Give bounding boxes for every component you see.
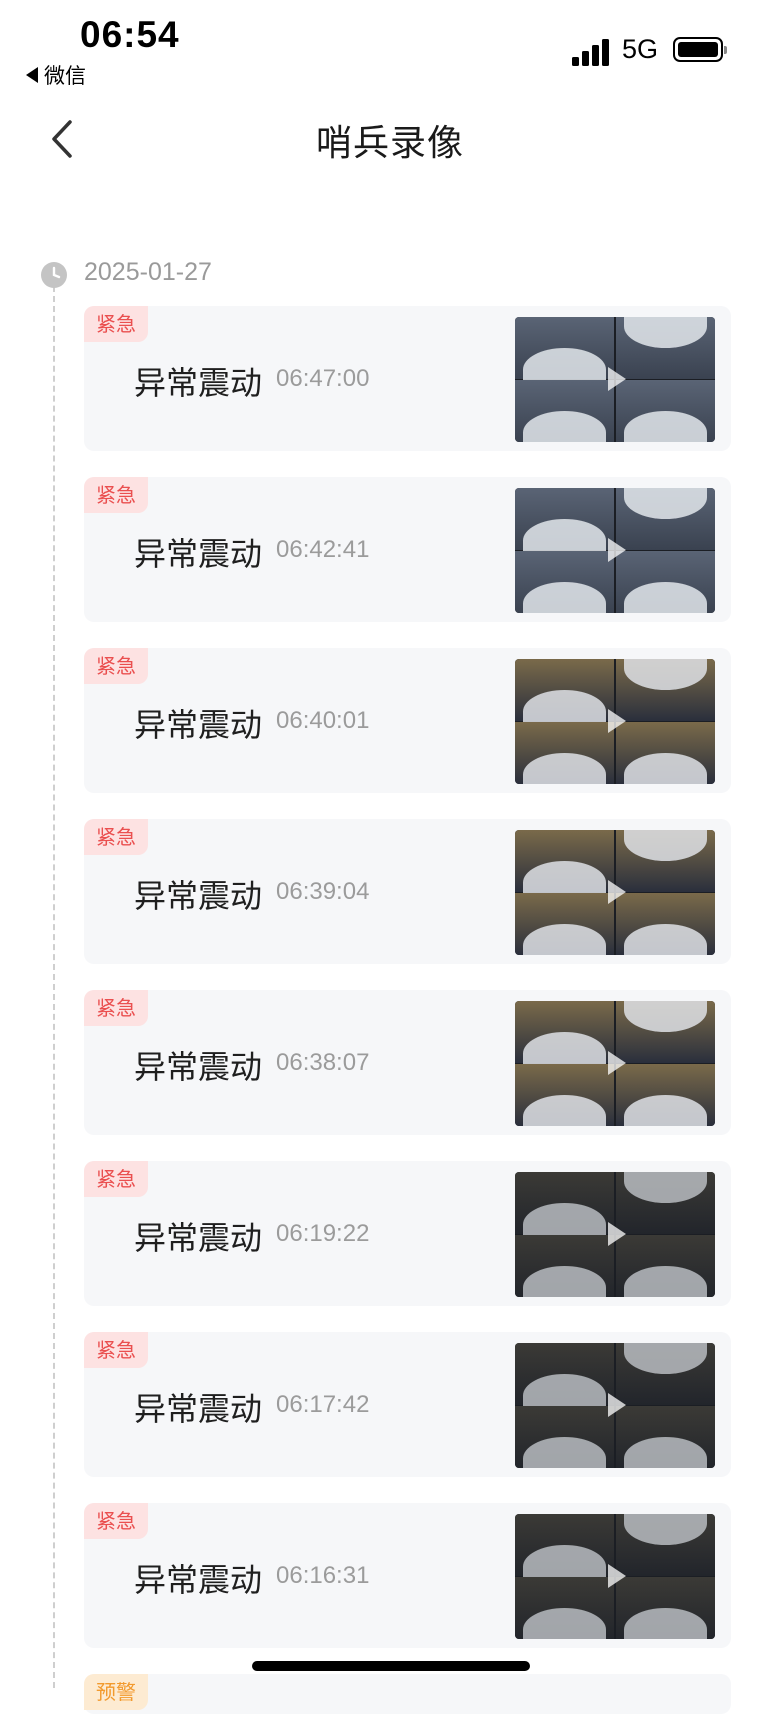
play-icon [608, 880, 626, 904]
video-thumbnail[interactable] [515, 317, 715, 442]
back-app-label: 微信 [44, 64, 86, 88]
urgent-tag: 紧急 [84, 1503, 148, 1539]
event-card[interactable]: 紧急异常震动 06:39:04 [84, 819, 731, 964]
event-time: 06:39:04 [276, 878, 370, 905]
event-card[interactable]: 紧急异常震动 06:19:22 [84, 1161, 731, 1306]
event-title: 异常震动 [134, 364, 263, 402]
event-title: 异常震动 [134, 1390, 263, 1428]
video-thumbnail[interactable] [515, 488, 715, 613]
event-time: 06:16:31 [276, 1562, 370, 1589]
event-title: 异常震动 [134, 1048, 263, 1086]
play-icon [608, 709, 626, 733]
event-card[interactable]: 紧急异常震动 06:40:01 [84, 648, 731, 793]
urgent-tag: 紧急 [84, 306, 148, 342]
event-time: 06:40:01 [276, 707, 370, 734]
event-time: 06:47:00 [276, 365, 370, 392]
play-icon [608, 367, 626, 391]
urgent-tag: 紧急 [84, 1332, 148, 1368]
video-thumbnail[interactable] [515, 1001, 715, 1126]
event-title: 异常震动 [134, 706, 263, 744]
play-icon [608, 538, 626, 562]
event-time: 06:17:42 [276, 1391, 370, 1418]
event-title: 异常震动 [134, 877, 263, 915]
event-title: 异常震动 [134, 1561, 263, 1599]
timeline-line [53, 286, 55, 1688]
play-icon [608, 1051, 626, 1075]
urgent-tag: 紧急 [84, 477, 148, 513]
urgent-tag: 紧急 [84, 648, 148, 684]
event-title: 异常震动 [134, 535, 263, 573]
event-card[interactable]: 紧急异常震动 06:38:07 [84, 990, 731, 1135]
event-title: 异常震动 [134, 1219, 263, 1257]
play-icon [608, 1222, 626, 1246]
warning-tag: 预警 [84, 1674, 148, 1710]
event-card[interactable]: 紧急异常震动 06:17:42 [84, 1332, 731, 1477]
play-icon [608, 1393, 626, 1417]
page-title: 哨兵录像 [315, 123, 464, 164]
event-card[interactable]: 紧急异常震动 06:16:31 [84, 1503, 731, 1648]
urgent-tag: 紧急 [84, 990, 148, 1026]
event-card[interactable]: 紧急异常震动 06:47:00 [84, 306, 731, 451]
event-time: 06:42:41 [276, 536, 370, 563]
video-thumbnail[interactable] [515, 1514, 715, 1639]
nav-bar: 哨兵录像 [0, 100, 780, 180]
battery-icon [673, 37, 727, 62]
event-card[interactable]: 紧急异常震动 06:42:41 [84, 477, 731, 622]
date-label: 2025-01-27 [84, 258, 212, 286]
network-type: 5G [622, 34, 659, 64]
home-indicator [252, 1661, 530, 1671]
video-thumbnail[interactable] [515, 659, 715, 784]
video-thumbnail[interactable] [515, 1343, 715, 1468]
event-card[interactable]: 预警 [84, 1674, 731, 1714]
back-triangle-icon [26, 67, 38, 83]
video-thumbnail[interactable] [515, 1172, 715, 1297]
status-bar: 06:54 微信 5G [0, 0, 780, 95]
event-time: 06:19:22 [276, 1220, 370, 1247]
signal-icon [572, 38, 612, 66]
status-time: 06:54 [80, 14, 180, 55]
event-list: 紧急 异常震动 06:47:00 紧急 异常震动 06:42:41 紧急 异常震动 06:40:… [84, 306, 731, 1714]
urgent-tag: 紧急 [84, 819, 148, 855]
video-thumbnail[interactable] [515, 830, 715, 955]
clock-icon [41, 262, 67, 288]
event-time: 06:38:07 [276, 1049, 370, 1076]
urgent-tag: 紧急 [84, 1161, 148, 1197]
back-to-app-link[interactable]: 微信 [26, 60, 86, 90]
play-icon [608, 1564, 626, 1588]
